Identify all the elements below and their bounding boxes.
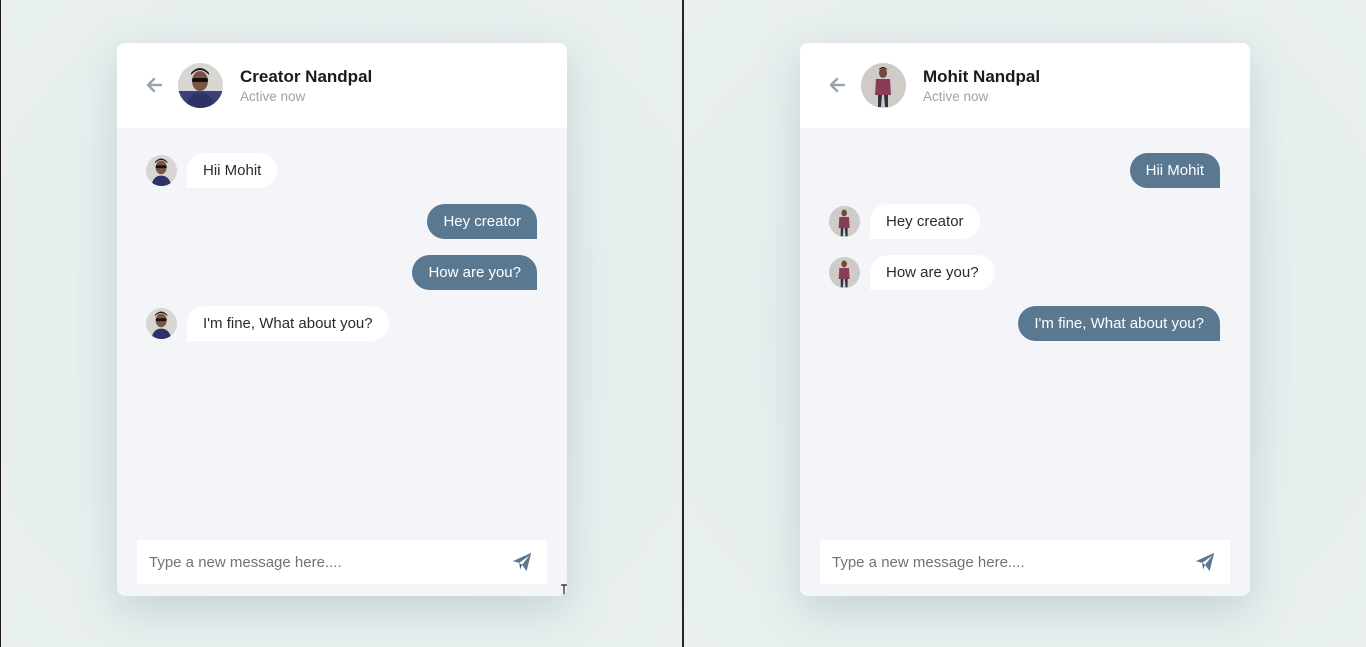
paper-plane-icon[interactable] [1194, 551, 1216, 573]
avatar [829, 257, 860, 288]
paper-plane-icon[interactable] [511, 551, 533, 573]
chat-header: Creator Nandpal Active now [117, 43, 567, 128]
outgoing-message: I'm fine, What about you? [1018, 306, 1220, 341]
outgoing-message: Hey creator [427, 204, 537, 239]
avatar[interactable] [861, 63, 906, 108]
right-chat-pane: Mohit Nandpal Active now Hii Mohit Hey c… [684, 0, 1366, 647]
message-row: I'm fine, What about you? [800, 306, 1250, 342]
chat-window: Creator Nandpal Active now Hii Mohit Hey [117, 43, 567, 596]
message-list: Hii Mohit Hey creator How are you? I'm f… [117, 128, 567, 536]
avatar[interactable] [178, 63, 223, 108]
chat-header: Mohit Nandpal Active now [800, 43, 1250, 128]
message-row: How are you? [117, 255, 567, 291]
message-row: Hey creator [117, 204, 567, 240]
message-row: Hey creator [800, 204, 1250, 240]
message-composer [137, 540, 547, 584]
contact-status: Active now [923, 89, 989, 104]
incoming-message: How are you? [870, 255, 995, 290]
left-chat-pane: Creator Nandpal Active now Hii Mohit Hey [1, 0, 682, 647]
contact-name: Mohit Nandpal [923, 67, 1041, 86]
avatar [146, 308, 177, 339]
arrow-left-icon[interactable] [145, 77, 163, 93]
contact-name: Creator Nandpal [240, 67, 373, 86]
outgoing-message: Hii Mohit [1129, 153, 1220, 188]
message-row: How are you? [800, 255, 1250, 291]
incoming-message: I'm fine, What about you? [187, 306, 389, 341]
outgoing-message: How are you? [412, 255, 537, 290]
arrow-left-icon[interactable] [828, 77, 846, 93]
avatar [146, 155, 177, 186]
message-row: I'm fine, What about you? [117, 306, 567, 342]
avatar [829, 206, 860, 237]
chat-window: Mohit Nandpal Active now Hii Mohit Hey c… [800, 43, 1250, 596]
message-row: Hii Mohit [117, 153, 567, 189]
message-input[interactable] [820, 540, 1180, 584]
text-cursor-icon [561, 584, 567, 596]
message-input[interactable] [137, 540, 497, 584]
contact-status: Active now [240, 89, 306, 104]
message-list: Hii Mohit Hey creator How are you? I'm f… [800, 128, 1250, 536]
message-row: Hii Mohit [800, 153, 1250, 189]
incoming-message: Hii Mohit [187, 153, 278, 188]
message-composer [820, 540, 1230, 584]
incoming-message: Hey creator [870, 204, 980, 239]
